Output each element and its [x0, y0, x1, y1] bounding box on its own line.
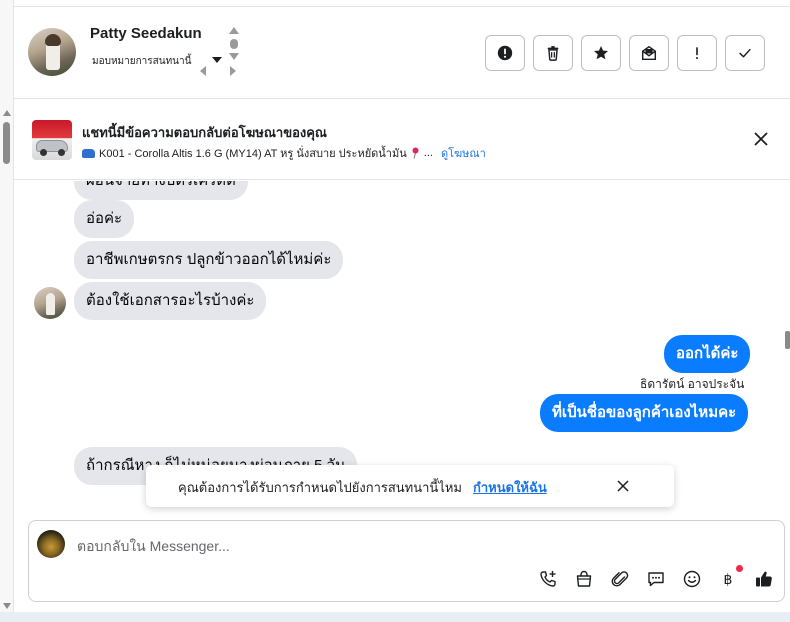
inbox-chat-page: Patty Seedakun มอบหมายการสนทนานี้ แชทนี้… — [0, 0, 790, 622]
assign-conversation-dropdown[interactable]: มอบหมายการสนทนานี้ — [92, 54, 191, 69]
reply-input[interactable] — [77, 536, 677, 556]
star-button[interactable] — [581, 35, 621, 71]
caret-down-icon[interactable] — [212, 57, 222, 63]
wheel — [40, 149, 47, 156]
ad-thumbnail[interactable] — [32, 120, 72, 160]
scroll-down-arrow-icon[interactable] — [3, 603, 11, 609]
call-button[interactable] — [536, 567, 560, 591]
smiley-icon — [683, 570, 701, 588]
sender-name: ธิดารัตน์ อาจประจัน — [640, 377, 745, 391]
arrow-left-icon[interactable] — [200, 66, 206, 76]
phone-plus-icon — [540, 571, 556, 587]
chat-bubble-icon — [648, 572, 664, 587]
message-bubble-incoming: ผ่อนจ่ายทางบัตรเครดิต — [74, 181, 248, 200]
page-avatar — [37, 530, 65, 558]
close-icon[interactable] — [616, 479, 630, 493]
shop-button[interactable] — [572, 567, 596, 591]
arrow-down-icon[interactable] — [229, 53, 239, 60]
scroll-up-arrow-icon[interactable] — [3, 110, 11, 116]
scrollbar-thumb[interactable] — [3, 122, 10, 164]
chat-scrollbar[interactable] — [785, 181, 790, 518]
header-actions — [485, 35, 765, 71]
trash-icon — [547, 46, 559, 61]
svg-text:฿: ฿ — [724, 571, 733, 587]
saved-replies-button[interactable] — [644, 567, 668, 591]
scroll-thumb[interactable] — [230, 39, 238, 49]
bottom-strip — [0, 612, 790, 622]
ad-reply-banner: แชทนี้มีข้อความตอบกลับต่อโฆษณาของคุณ K00… — [14, 100, 790, 180]
notification-dot — [736, 565, 743, 572]
star-icon — [593, 45, 609, 60]
checkmark-icon — [739, 48, 751, 58]
scrollbar-thumb[interactable] — [785, 331, 790, 349]
paperclip-icon — [611, 571, 629, 587]
chat-header: Patty Seedakun มอบหมายการสนทนานี้ — [14, 7, 790, 99]
ad-banner-subtitle: K001 - Corolla Altis 1.6 G (MY14) AT หรู… — [82, 144, 486, 162]
message-bubble-incoming: ต้องใช้เอกสารอะไรบ้างค่ะ — [74, 282, 267, 320]
delete-button[interactable] — [533, 35, 573, 71]
message-bubble-incoming: อ่อค่ะ — [74, 200, 135, 238]
wheel — [58, 149, 65, 156]
message-bubble-incoming: อาชีพเกษตรกร ปลูกข้าวออกได้ไหม่ค่ะ — [74, 241, 344, 279]
ad-ellipsis: ... — [423, 147, 433, 159]
attach-button[interactable] — [608, 567, 632, 591]
assign-to-me-link[interactable]: กำหนดให้ฉัน — [473, 477, 547, 498]
composer-toolbar: ฿ — [536, 565, 776, 591]
arrow-up-icon[interactable] — [229, 27, 239, 34]
contact-avatar-small[interactable] — [34, 287, 66, 319]
payment-button[interactable]: ฿ — [716, 565, 743, 591]
important-button[interactable] — [677, 35, 717, 71]
mark-done-button[interactable] — [725, 35, 765, 71]
baht-icon: ฿ — [724, 571, 733, 587]
spam-button[interactable] — [485, 35, 525, 71]
contact-avatar[interactable] — [28, 28, 76, 76]
left-scrollbar[interactable] — [0, 0, 14, 622]
emoji-button[interactable] — [680, 567, 704, 591]
mark-unread-button[interactable] — [629, 35, 669, 71]
message-bubble-outgoing: ที่เป็นชื่อของลูกค้าเองไหมคะ — [540, 394, 749, 432]
message-bubble-outgoing: ออกได้ค่ะ — [664, 335, 751, 373]
view-ad-link[interactable]: ดูโฆษณา — [441, 144, 486, 162]
avatar-hair — [45, 34, 61, 46]
assign-prompt-toast: คุณต้องการได้รับการกำหนดไปยังการสนทนานี้… — [146, 465, 674, 507]
avatar-figure — [46, 293, 55, 315]
like-button[interactable] — [752, 567, 776, 591]
contact-name[interactable]: Patty Seedakun — [90, 25, 202, 42]
envelope-icon — [641, 45, 657, 61]
arrow-right-icon[interactable] — [230, 66, 236, 76]
assign-prompt-text: คุณต้องการได้รับการกำหนดไปยังการสนทนานี้… — [178, 480, 462, 495]
alert-circle-icon — [497, 45, 513, 61]
assign-scroll-control[interactable] — [200, 25, 240, 83]
pushpin-icon — [412, 147, 419, 159]
reply-composer: ฿ — [28, 520, 785, 602]
shopping-bag-icon — [576, 570, 592, 587]
ad-product-name: K001 - Corolla Altis 1.6 G (MY14) AT หรู… — [99, 148, 407, 160]
thumbs-up-icon — [756, 571, 772, 587]
close-icon[interactable] — [752, 130, 770, 148]
car-icon — [82, 148, 95, 158]
exclamation-icon — [696, 47, 698, 60]
ad-banner-title: แชทนี้มีข้อความตอบกลับต่อโฆษณาของคุณ — [82, 125, 327, 140]
